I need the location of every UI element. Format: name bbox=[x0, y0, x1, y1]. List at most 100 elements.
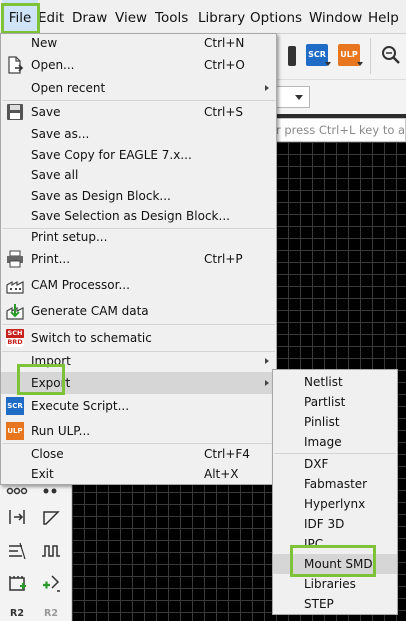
submenu-arrow-icon bbox=[265, 380, 269, 386]
menu-item-label: Save all bbox=[31, 168, 79, 182]
move-split-icon[interactable] bbox=[6, 506, 28, 528]
printer-icon bbox=[6, 250, 24, 268]
board-canvas-lower[interactable] bbox=[72, 480, 276, 621]
export-item-image[interactable]: Image bbox=[273, 432, 397, 452]
menu-item-label: CAM Processor... bbox=[31, 278, 130, 292]
export-item-idf-3d[interactable]: IDF 3D bbox=[273, 514, 397, 534]
menu-tools[interactable]: Tools bbox=[155, 0, 188, 34]
chevron-down-icon[interactable] bbox=[357, 62, 363, 66]
meander-icon[interactable] bbox=[40, 540, 62, 562]
wire-icon[interactable] bbox=[40, 506, 62, 528]
menu-item-new[interactable]: New Ctrl+N bbox=[1, 32, 276, 54]
menu-item-run-ulp[interactable]: ULP Run ULP... bbox=[1, 420, 276, 442]
toolbar-tool-icon[interactable] bbox=[288, 46, 296, 66]
add-part-icon[interactable] bbox=[6, 572, 28, 594]
open-file-icon bbox=[6, 56, 24, 74]
menu-item-label: Exit bbox=[31, 467, 54, 481]
menu-separator bbox=[2, 324, 275, 325]
menu-item-save-copy-eagle7[interactable]: Save Copy for EAGLE 7.x... bbox=[1, 144, 276, 166]
route-icon[interactable] bbox=[6, 482, 28, 504]
menu-item-label: Save Selection as Design Block... bbox=[31, 209, 230, 223]
menu-item-label: Save bbox=[31, 105, 61, 119]
menu-item-label: New bbox=[31, 36, 58, 50]
submenu-arrow-icon bbox=[265, 358, 269, 364]
menu-item-shortcut: Ctrl+S bbox=[204, 105, 244, 119]
menu-item-label: DXF bbox=[304, 457, 329, 471]
menu-item-label: Switch to schematic bbox=[31, 331, 152, 345]
r2-label[interactable]: R2 bbox=[10, 608, 24, 619]
menu-item-label: Save Copy for EAGLE 7.x... bbox=[31, 148, 192, 162]
submenu-arrow-icon bbox=[265, 85, 269, 91]
menu-item-label: Libraries bbox=[304, 577, 356, 591]
r2-label-disabled: R2 bbox=[44, 608, 58, 619]
menu-item-export[interactable]: Export bbox=[1, 372, 276, 394]
menu-item-save-selection-design-block[interactable]: Save Selection as Design Block... bbox=[1, 205, 276, 227]
layer-toolbar bbox=[276, 80, 406, 114]
menu-item-print[interactable]: Print... Ctrl+P bbox=[1, 248, 276, 270]
export-item-ipc[interactable]: IPC bbox=[273, 534, 397, 554]
menu-item-save-all[interactable]: Save all bbox=[1, 164, 276, 186]
menu-item-generate-cam[interactable]: Generate CAM data bbox=[1, 300, 276, 322]
ripup-icon[interactable] bbox=[40, 482, 62, 504]
menu-item-close[interactable]: Close Ctrl+F4 bbox=[1, 443, 276, 465]
menu-item-label: Close bbox=[31, 447, 64, 461]
menu-item-execute-script[interactable]: SCR Execute Script... bbox=[1, 395, 276, 417]
menu-edit[interactable]: Edit bbox=[38, 0, 64, 34]
command-line-input[interactable]: r press Ctrl+L key to ac bbox=[276, 118, 406, 142]
export-item-partlist[interactable]: Partlist bbox=[273, 392, 397, 412]
main-toolbar: SCR ULP bbox=[276, 34, 406, 80]
export-item-hyperlynx[interactable]: Hyperlynx bbox=[273, 494, 397, 514]
layer-select[interactable] bbox=[276, 86, 310, 108]
menu-item-exit[interactable]: Exit Alt+X bbox=[1, 463, 276, 485]
menu-item-label: Hyperlynx bbox=[304, 497, 366, 511]
left-toolbar: R2 R2 bbox=[0, 480, 72, 621]
menu-item-label: Image bbox=[304, 435, 342, 449]
menu-item-open[interactable]: Open... Ctrl+O bbox=[1, 54, 276, 76]
menu-draw[interactable]: Draw bbox=[72, 0, 107, 34]
menu-item-shortcut: Ctrl+P bbox=[204, 252, 243, 266]
menu-item-import[interactable]: Import bbox=[1, 350, 276, 372]
chevron-down-icon bbox=[295, 95, 303, 100]
export-item-netlist[interactable]: Netlist bbox=[273, 372, 397, 392]
menu-item-label: Print... bbox=[31, 252, 71, 266]
menu-item-shortcut: Alt+X bbox=[204, 467, 239, 481]
menu-item-label: Export bbox=[31, 376, 71, 390]
add-signal-icon[interactable] bbox=[40, 572, 62, 594]
menu-view[interactable]: View bbox=[115, 0, 147, 34]
menu-help[interactable]: Help bbox=[368, 0, 399, 34]
export-item-fabmaster[interactable]: Fabmaster bbox=[273, 474, 397, 494]
menu-item-label: Open recent bbox=[31, 81, 106, 95]
menu-item-label: Fabmaster bbox=[304, 477, 368, 491]
save-disk-icon bbox=[6, 103, 24, 121]
menu-item-cam-processor[interactable]: CAM Processor... bbox=[1, 274, 276, 296]
menu-library[interactable]: Library bbox=[198, 0, 245, 34]
align-icon[interactable] bbox=[6, 540, 28, 562]
export-item-dxf[interactable]: DXF bbox=[273, 454, 397, 474]
export-item-mount-smd[interactable]: Mount SMD bbox=[273, 554, 397, 574]
menu-file[interactable]: File bbox=[2, 0, 38, 34]
menu-item-save[interactable]: Save Ctrl+S bbox=[1, 101, 276, 123]
menu-window[interactable]: Window bbox=[309, 0, 362, 34]
menu-item-shortcut: Ctrl+N bbox=[204, 36, 245, 50]
file-menu: New Ctrl+N Open... Ctrl+O Open recent Sa… bbox=[0, 33, 277, 485]
zoom-icon[interactable] bbox=[381, 45, 401, 65]
menu-item-label: Import bbox=[31, 354, 71, 368]
menu-options[interactable]: Options bbox=[250, 0, 302, 34]
export-item-libraries[interactable]: Libraries bbox=[273, 574, 397, 594]
chevron-down-icon[interactable] bbox=[325, 62, 331, 66]
menu-item-label: STEP bbox=[304, 597, 334, 611]
menu-item-save-design-block[interactable]: Save as Design Block... bbox=[1, 185, 276, 207]
menu-item-label: Partlist bbox=[304, 395, 346, 409]
switch-schematic-icon: SCH BRD bbox=[6, 329, 24, 347]
menu-item-switch-schematic[interactable]: SCH BRD Switch to schematic bbox=[1, 327, 276, 349]
menu-item-save-as[interactable]: Save as... bbox=[1, 123, 276, 145]
export-item-step[interactable]: STEP bbox=[273, 594, 397, 614]
menu-item-print-setup[interactable]: Print setup... bbox=[1, 226, 276, 248]
menu-item-label: Open... bbox=[31, 58, 75, 72]
menu-item-open-recent[interactable]: Open recent bbox=[1, 77, 276, 99]
menu-item-label: Save as... bbox=[31, 127, 90, 141]
menu-item-label: Netlist bbox=[304, 375, 343, 389]
menu-item-label: Run ULP... bbox=[31, 424, 91, 438]
export-item-pinlist[interactable]: Pinlist bbox=[273, 412, 397, 432]
cam-processor-icon bbox=[6, 276, 24, 294]
